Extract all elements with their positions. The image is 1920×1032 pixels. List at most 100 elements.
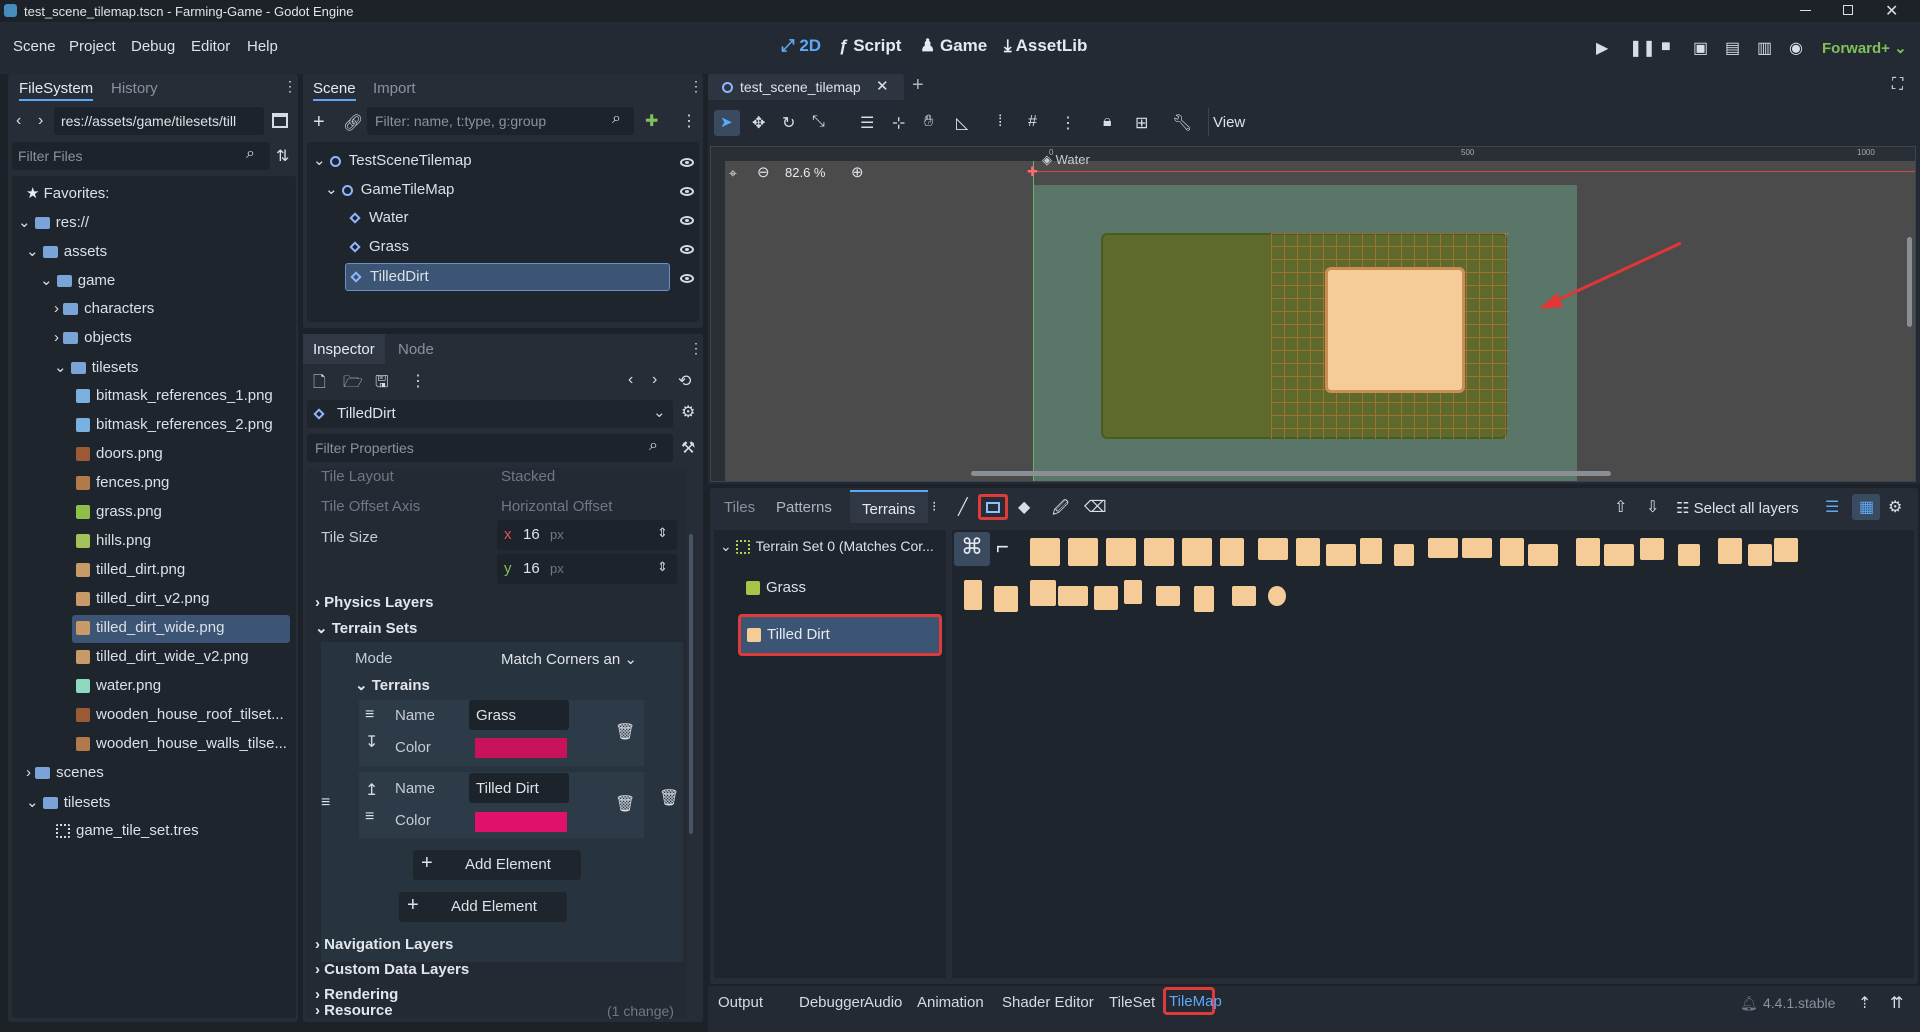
file-row[interactable]: water.png	[76, 677, 161, 703]
terrain-tile-pattern[interactable]	[1182, 538, 1212, 566]
next-layer-icon[interactable]: ⇩	[1646, 497, 1659, 517]
property-tools-icon[interactable]: ⚒	[681, 438, 695, 458]
link-icon[interactable]: 🔗︎	[343, 113, 363, 133]
terrain-row-grass[interactable]: Grass	[746, 579, 806, 605]
workspace-script-button[interactable]: ƒ Script	[839, 36, 901, 56]
fullscreen-icon[interactable]: ⛶	[1892, 76, 1903, 94]
renderer-select[interactable]: Forward+ ⌄	[1822, 39, 1907, 57]
workspace-2d-button[interactable]: ⤢ 2D	[781, 36, 821, 56]
terrain-tile-pattern[interactable]	[1678, 544, 1700, 566]
tab-tileset[interactable]: TileSet	[1109, 994, 1155, 1011]
vertical-scrollbar[interactable]	[1907, 237, 1912, 327]
pin-icon[interactable]: ⇡	[1858, 993, 1871, 1013]
tree-row-game[interactable]: ⌄ game	[40, 271, 115, 297]
tree-row-res[interactable]: ⌄ res://	[18, 213, 89, 239]
tab-patterns[interactable]: Patterns	[776, 499, 832, 516]
mode-select[interactable]: Match Corners an ⌄	[501, 650, 637, 668]
tab-scene[interactable]: Scene	[313, 78, 356, 101]
terrain-tile-pattern[interactable]	[1030, 538, 1060, 566]
new-resource-icon[interactable]: 🗋︎	[313, 371, 326, 398]
visibility-icon[interactable]	[680, 216, 694, 225]
ruler-tool-icon[interactable]: ◺	[956, 113, 968, 133]
filter-files-input[interactable]: Filter Files ⌕	[12, 142, 270, 170]
sort-icon[interactable]: ⇅	[276, 146, 289, 166]
tab-output[interactable]: Output	[718, 994, 763, 1011]
terrain-tile-pattern[interactable]	[1268, 586, 1286, 606]
spinner-icon[interactable]: ⇕	[657, 559, 668, 575]
history-icon[interactable]: ⟲	[678, 371, 691, 391]
reorder-handle-icon[interactable]: ≡	[365, 808, 374, 826]
open-folder-icon[interactable]: 🗁︎	[343, 371, 363, 398]
tab-debugger[interactable]: Debugger	[799, 994, 865, 1011]
move-down-icon[interactable]: ↧	[365, 732, 378, 752]
terrain-tile-pattern[interactable]	[1258, 538, 1288, 560]
file-row[interactable]: wooden_house_roof_tilset...	[76, 706, 284, 732]
tab-tilemap[interactable]: TileMap	[1163, 987, 1222, 1015]
terrain-tile-pattern[interactable]	[1106, 538, 1136, 566]
close-window-icon[interactable]: ✕	[1885, 1, 1898, 21]
object-properties-icon[interactable]: ⚙	[681, 402, 695, 422]
pause-icon[interactable]: ❚❚	[1629, 38, 1656, 58]
object-selector[interactable]: TilledDirt ⌄	[307, 400, 673, 428]
reorder-handle-icon[interactable]: ≡	[365, 706, 374, 724]
file-row[interactable]: fences.png	[76, 474, 169, 500]
terrain-tile-pattern[interactable]	[1144, 538, 1174, 566]
bucket-fill-icon[interactable]: ◆	[1018, 497, 1030, 517]
remote-debug-icon[interactable]: ▣	[1693, 38, 1708, 58]
close-tab-icon[interactable]: ✕	[876, 77, 889, 95]
custom-data-layers-section[interactable]: › Custom Data Layers	[315, 961, 469, 978]
tile-offset-axis-value[interactable]: Horizontal Offset	[501, 498, 612, 515]
terrain-tile-pattern[interactable]	[1326, 544, 1356, 566]
tab-shader-editor[interactable]: Shader Editor	[1002, 994, 1094, 1011]
resource-section[interactable]: › Resource	[315, 1002, 393, 1019]
delete-icon[interactable]: 🗑︎	[659, 788, 679, 808]
filter-properties-input[interactable]: Filter Properties ⌕	[307, 434, 673, 462]
dock-menu-icon[interactable]: ⋮	[283, 78, 297, 95]
dock-menu-icon[interactable]: ⋮	[689, 340, 703, 357]
list-select-icon[interactable]: ☰	[860, 113, 874, 133]
file-row[interactable]: game_tile_set.tres	[56, 822, 199, 848]
maximize-icon[interactable]	[1843, 5, 1853, 15]
tree-row-characters[interactable]: › characters	[54, 300, 154, 326]
add-node-icon[interactable]: +	[313, 111, 325, 134]
workspace-game-button[interactable]: ♟ Game	[920, 36, 987, 56]
tile-size-y-field[interactable]: y 16 px ⇕	[497, 554, 677, 584]
bones-icon[interactable]: 🔧︎	[1172, 113, 1192, 133]
path-mode-icon[interactable]: ⌐	[996, 534, 1009, 560]
play-scene-icon[interactable]: ▤	[1725, 38, 1740, 58]
tab-terrains[interactable]: Terrains	[850, 490, 928, 523]
tree-row-scenes[interactable]: › scenes	[26, 764, 104, 790]
rendering-section[interactable]: › Rendering	[315, 986, 398, 1003]
terrain-tile-pattern[interactable]	[1394, 544, 1414, 566]
tab-animation[interactable]: Animation	[917, 994, 984, 1011]
save-icon[interactable]: 🖫︎	[375, 371, 389, 398]
terrain-tile-pattern[interactable]	[1124, 580, 1142, 604]
canvas-2d[interactable]: 0 500 1000 ✚ ◈ Water ⌖ ⊖ 82.6 % ⊕	[710, 146, 1916, 482]
navigation-layers-section[interactable]: › Navigation Layers	[315, 936, 453, 953]
delete-icon[interactable]: 🗑︎	[615, 794, 635, 814]
terrain-sets-section[interactable]: ⌄ Terrain Sets	[315, 619, 417, 637]
menu-editor[interactable]: Editor	[191, 38, 230, 55]
tab-node[interactable]: Node	[398, 341, 434, 358]
terrain-tile-pattern[interactable]	[1068, 538, 1098, 566]
file-row[interactable]: wooden_house_walls_tilse...	[76, 735, 287, 761]
eraser-icon[interactable]: ⌫	[1084, 497, 1107, 517]
pivot-tool-icon[interactable]: ⊹	[892, 113, 905, 133]
terrain-color-swatch[interactable]	[475, 812, 567, 832]
file-row[interactable]: bitmask_references_2.png	[76, 416, 273, 442]
scene-filter-input[interactable]: Filter: name, t:type, g:group ⌕	[367, 107, 634, 135]
inspector-menu-icon[interactable]: ⋮	[410, 371, 426, 391]
smart-snap-icon[interactable]: ⁞	[998, 113, 1002, 131]
terrain-tile-pattern[interactable]	[1640, 538, 1664, 560]
menu-help[interactable]: Help	[247, 38, 278, 55]
node-row-testscenetilemap[interactable]: ⌄ TestSceneTilemap	[313, 151, 472, 177]
visibility-icon[interactable]	[680, 187, 694, 196]
horizontal-scrollbar[interactable]	[971, 471, 1611, 476]
move-tool-icon[interactable]: ✥	[752, 113, 765, 133]
grid-snap-icon[interactable]: #	[1028, 113, 1037, 131]
file-row[interactable]: doors.png	[76, 445, 163, 471]
visibility-icon[interactable]	[680, 158, 694, 167]
terrain-tile-pattern[interactable]	[1428, 538, 1458, 558]
scene-menu-icon[interactable]: ⋮	[681, 111, 697, 131]
terrain-tile-pattern[interactable]	[1500, 538, 1524, 566]
